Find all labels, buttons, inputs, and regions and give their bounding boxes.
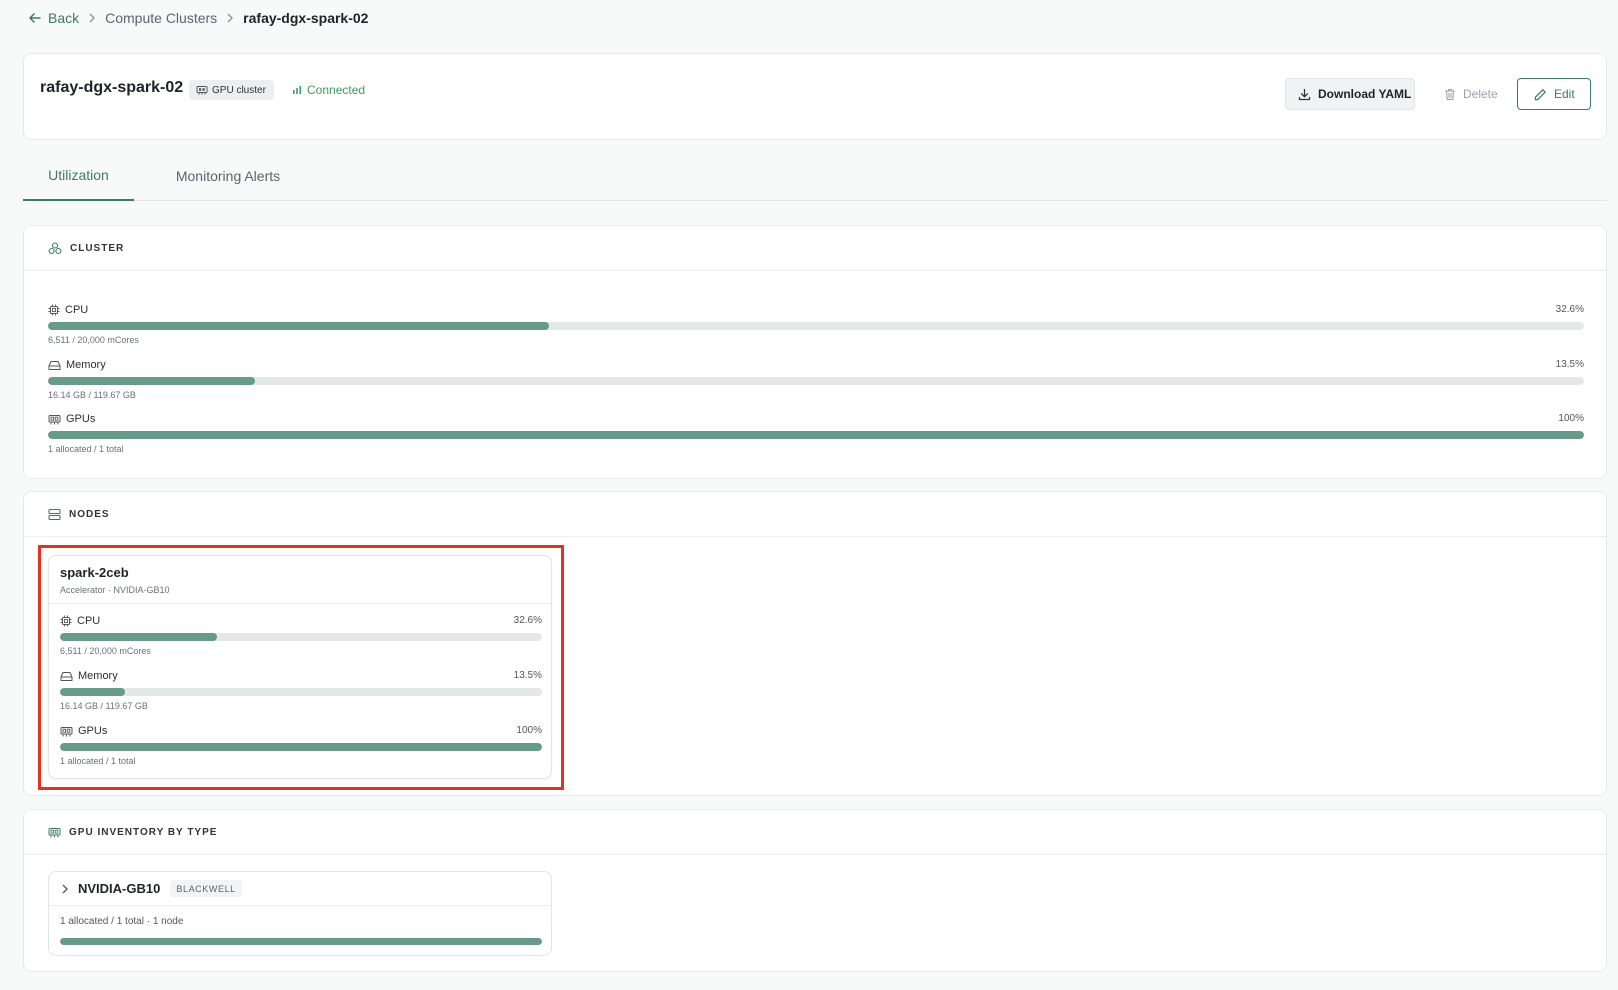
cluster-section-title: CLUSTER — [70, 242, 125, 254]
progress-bar — [48, 431, 1584, 439]
memory-icon — [48, 360, 61, 370]
metric-name: CPU — [77, 615, 101, 627]
gpu-inventory-header: GPU INVENTORY BY TYPE — [24, 810, 1606, 855]
delete-button[interactable]: Delete — [1438, 78, 1504, 110]
cluster-memory-metric: Memory 13.5% 16.14 GB / 119.67 GB — [48, 358, 1584, 404]
metric-detail: 16.14 GB / 119.67 GB — [60, 701, 148, 711]
metric-percent: 32.6% — [513, 615, 542, 626]
status-badge: Connected — [292, 80, 365, 100]
server-icon — [48, 508, 61, 520]
gpu-inventory-title: GPU INVENTORY BY TYPE — [69, 826, 218, 838]
metric-label: GPUs — [60, 724, 107, 738]
metric-percent: 100% — [516, 725, 542, 736]
download-yaml-label: Download YAML — [1318, 87, 1412, 101]
progress-fill — [48, 322, 549, 330]
node-cpu-metric: CPU 32.6% 6,511 / 20,000 mCores — [60, 614, 542, 660]
cluster-cpu-metric: CPU 32.6% 6,511 / 20,000 mCores — [48, 303, 1584, 349]
gpu-type-card: NVIDIA-GB10 BLACKWELL 1 allocated / 1 to… — [48, 871, 552, 956]
node-name: spark-2ceb — [60, 565, 129, 580]
gpu-icon — [196, 86, 208, 95]
node-card[interactable]: spark-2ceb Accelerator · NVIDIA-GB10 CPU… — [48, 555, 552, 779]
cluster-section: CLUSTER CPU 32.6% 6,511 / 20,000 mCores … — [23, 225, 1607, 479]
chevron-right-icon — [62, 884, 68, 893]
metric-label: CPU — [60, 614, 100, 628]
metric-label: Memory — [48, 358, 106, 372]
progress-fill — [60, 938, 542, 945]
trash-icon — [1444, 88, 1456, 100]
metric-detail: 6,511 / 20,000 mCores — [48, 335, 139, 345]
gpu-type-stats: 1 allocated / 1 total · 1 node — [60, 916, 184, 927]
cluster-type-label: GPU cluster — [212, 84, 266, 96]
cluster-section-header: CLUSTER — [24, 226, 1606, 271]
metric-name: Memory — [66, 359, 106, 371]
divider — [49, 603, 551, 604]
gpu-type-toggle[interactable]: NVIDIA-GB10 BLACKWELL — [49, 872, 551, 906]
progress-bar — [60, 633, 542, 641]
pencil-icon — [1534, 88, 1546, 100]
metric-name: GPUs — [78, 725, 108, 737]
progress-bar — [60, 938, 542, 945]
progress-fill — [60, 688, 126, 696]
cluster-header: rafay-dgx-spark-02 GPU cluster Connected… — [23, 53, 1607, 140]
progress-bar — [60, 743, 542, 751]
gpu-icon — [60, 726, 73, 736]
node-subtitle: Accelerator · NVIDIA-GB10 — [60, 585, 170, 595]
metric-name: Memory — [78, 670, 118, 682]
gpu-icon — [48, 827, 61, 837]
architecture-badge: BLACKWELL — [170, 880, 242, 897]
gpu-type-name: NVIDIA-GB10 — [78, 881, 161, 896]
breadcrumb-current: rafay-dgx-spark-02 — [243, 10, 369, 26]
metric-percent: 100% — [1558, 413, 1584, 424]
progress-bar — [48, 377, 1584, 385]
chevron-right-icon — [226, 13, 234, 23]
metric-detail: 1 allocated / 1 total — [48, 444, 124, 454]
progress-bar — [48, 322, 1584, 330]
progress-fill — [48, 377, 256, 385]
node-gpus-metric: GPUs 100% 1 allocated / 1 total — [60, 724, 542, 770]
memory-icon — [60, 671, 73, 681]
cluster-type-badge: GPU cluster — [189, 80, 274, 100]
metric-label: Memory — [60, 669, 118, 683]
back-link[interactable]: Back — [28, 10, 79, 26]
page-title: rafay-dgx-spark-02 — [40, 79, 184, 96]
progress-fill — [48, 431, 1584, 439]
tab-bar: Utilization Monitoring Alerts — [23, 150, 1607, 201]
metric-percent: 13.5% — [1555, 359, 1584, 370]
arrow-left-icon — [29, 13, 41, 23]
metric-label: GPUs — [48, 412, 95, 426]
metric-name: CPU — [65, 304, 89, 316]
edit-button[interactable]: Edit — [1517, 78, 1591, 110]
back-label: Back — [48, 10, 80, 26]
metric-percent: 32.6% — [1555, 304, 1584, 315]
metric-detail: 16.14 GB / 119.67 GB — [48, 390, 136, 400]
progress-bar — [60, 688, 542, 696]
download-icon — [1298, 88, 1311, 100]
metric-detail: 1 allocated / 1 total — [60, 756, 136, 766]
cluster-gpus-metric: GPUs 100% 1 allocated / 1 total — [48, 412, 1584, 458]
node-memory-metric: Memory 13.5% 16.14 GB / 119.67 GB — [60, 669, 542, 715]
tab-utilization[interactable]: Utilization — [23, 150, 134, 201]
signal-icon — [293, 86, 301, 94]
progress-fill — [60, 633, 218, 641]
status-label: Connected — [307, 83, 366, 97]
metric-detail: 6,511 / 20,000 mCores — [60, 646, 151, 656]
download-yaml-button[interactable]: Download YAML — [1285, 78, 1415, 110]
cpu-icon — [60, 615, 72, 627]
metric-name: GPUs — [66, 413, 96, 425]
metric-label: CPU — [48, 303, 88, 317]
progress-fill — [60, 743, 542, 751]
edit-label: Edit — [1554, 87, 1575, 101]
breadcrumb: Back Compute Clusters rafay-dgx-spark-02 — [28, 8, 368, 28]
tab-monitoring-alerts[interactable]: Monitoring Alerts — [163, 150, 293, 201]
chevron-right-icon — [88, 13, 96, 23]
breadcrumb-compute-clusters[interactable]: Compute Clusters — [105, 10, 217, 26]
metric-percent: 13.5% — [513, 670, 542, 681]
nodes-section-title: NODES — [69, 508, 110, 520]
delete-label: Delete — [1463, 87, 1498, 101]
nodes-section-header: NODES — [24, 492, 1606, 537]
cluster-icon — [48, 241, 62, 254]
cpu-icon — [48, 304, 60, 316]
gpu-icon — [48, 414, 61, 424]
